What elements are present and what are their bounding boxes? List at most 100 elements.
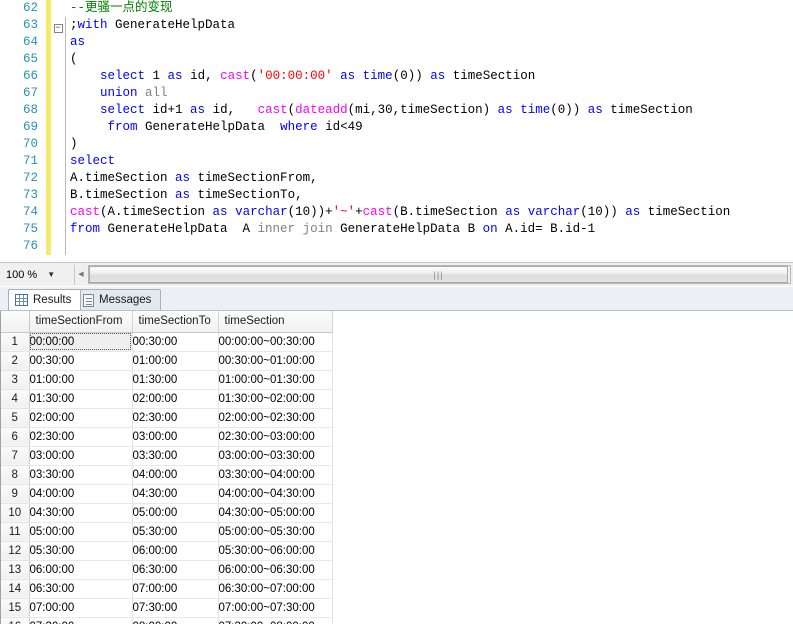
cell-timesectionto[interactable]: 07:00:00 [132,579,219,599]
row-number-cell[interactable]: 14 [1,579,30,599]
cell-timesection[interactable]: 02:30:00~03:00:00 [218,427,333,447]
cell-timesectionto[interactable]: 04:00:00 [132,465,219,485]
cell-timesectionto[interactable]: 05:30:00 [132,522,219,542]
horizontal-scrollbar-track[interactable]: ||| [88,265,791,284]
column-header-timesectionfrom[interactable]: timeSectionFrom [29,311,133,333]
row-number-cell[interactable]: 8 [1,465,30,485]
table-row[interactable]: 7 03:00:00 03:30:00 03:00:00~03:30:00 [1,446,333,466]
cell-timesectionfrom[interactable]: 03:00:00 [29,446,133,466]
row-number-cell[interactable]: 15 [1,598,30,618]
code-line[interactable]: 64 as [0,34,793,51]
cell-timesectionfrom[interactable]: 05:30:00 [29,541,133,561]
sql-editor-pane[interactable]: 62 --更骚一点的变现 63− ;with GenerateHelpData 64 as… [0,0,793,262]
cell-timesection[interactable]: 06:00:00~06:30:00 [218,560,333,580]
cell-timesectionfrom[interactable]: 01:30:00 [29,389,133,409]
fold-collapse-icon[interactable]: − [51,17,65,34]
tab-messages[interactable]: Messages [76,289,162,310]
cell-timesection[interactable]: 01:30:00~02:00:00 [218,389,333,409]
cell-timesectionto[interactable]: 05:00:00 [132,503,219,523]
table-row[interactable]: 13 06:00:00 06:30:00 06:00:00~06:30:00 [1,560,333,580]
cell-timesectionto[interactable]: 02:30:00 [132,408,219,428]
table-row[interactable]: 9 04:00:00 04:30:00 04:00:00~04:30:00 [1,484,333,504]
row-number-cell[interactable]: 1 [1,332,30,352]
code-line[interactable]: 73 B.timeSection as timeSectionTo, [0,187,793,204]
cell-timesectionfrom[interactable]: 04:00:00 [29,484,133,504]
row-number-cell[interactable]: 10 [1,503,30,523]
cell-timesection[interactable]: 03:00:00~03:30:00 [218,446,333,466]
table-row[interactable]: 1 00:00:00 00:30:00 00:00:00~00:30:00 [1,332,333,352]
table-row[interactable]: 15 07:00:00 07:30:00 07:00:00~07:30:00 [1,598,333,618]
row-number-cell[interactable]: 4 [1,389,30,409]
row-number-cell[interactable]: 9 [1,484,30,504]
cell-timesectionto[interactable]: 01:00:00 [132,351,219,371]
scroll-left-arrow-icon[interactable]: ◀ [75,266,87,283]
sql-code-area[interactable]: 62 --更骚一点的变现 63− ;with GenerateHelpData 64 as… [0,0,793,262]
table-row[interactable]: 6 02:30:00 03:00:00 02:30:00~03:00:00 [1,427,333,447]
cell-timesectionto[interactable]: 00:30:00 [132,332,219,352]
grid-corner-header[interactable] [1,311,30,333]
cell-timesection[interactable]: 04:30:00~05:00:00 [218,503,333,523]
cell-timesectionfrom[interactable]: 01:00:00 [29,370,133,390]
cell-timesectionto[interactable]: 01:30:00 [132,370,219,390]
table-row[interactable]: 12 05:30:00 06:00:00 05:30:00~06:00:00 [1,541,333,561]
row-number-cell[interactable]: 16 [1,617,30,624]
cell-timesectionfrom[interactable]: 05:00:00 [29,522,133,542]
results-grid[interactable]: timeSectionFrom timeSectionTo timeSectio… [1,311,333,624]
row-number-cell[interactable]: 7 [1,446,30,466]
code-line[interactable]: 74 cast(A.timeSection as varchar(10))+'~'… [0,204,793,221]
cell-timesectionto[interactable]: 07:30:00 [132,598,219,618]
cell-timesectionfrom[interactable]: 00:00:00 [29,332,133,352]
code-line[interactable]: 68 select id+1 as id, cast(dateadd(mi,30… [0,102,793,119]
table-row[interactable]: 11 05:00:00 05:30:00 05:00:00~05:30:00 [1,522,333,542]
cell-timesectionto[interactable]: 06:00:00 [132,541,219,561]
table-row[interactable]: 14 06:30:00 07:00:00 06:30:00~07:00:00 [1,579,333,599]
cell-timesection[interactable]: 03:30:00~04:00:00 [218,465,333,485]
code-line[interactable]: 76 [0,238,793,255]
cell-timesectionfrom[interactable]: 02:30:00 [29,427,133,447]
code-line[interactable]: 63− ;with GenerateHelpData [0,17,793,34]
code-line[interactable]: 70) [0,136,793,153]
row-number-cell[interactable]: 3 [1,370,30,390]
cell-timesection[interactable]: 00:00:00~00:30:00 [218,332,333,352]
cell-timesectionfrom[interactable]: 03:30:00 [29,465,133,485]
cell-timesectionfrom[interactable]: 00:30:00 [29,351,133,371]
code-line[interactable]: 71 select [0,153,793,170]
table-row[interactable]: 3 01:00:00 01:30:00 01:00:00~01:30:00 [1,370,333,390]
cell-timesectionfrom[interactable]: 07:00:00 [29,598,133,618]
cell-timesectionto[interactable]: 06:30:00 [132,560,219,580]
chevron-down-icon[interactable]: ▼ [47,270,55,279]
row-number-cell[interactable]: 5 [1,408,30,428]
cell-timesectionto[interactable]: 08:00:00 [132,617,219,624]
zoom-level-combobox[interactable]: 100 % ▼ [0,263,74,286]
column-header-timesection[interactable]: timeSection [218,311,333,333]
cell-timesection[interactable]: 02:00:00~02:30:00 [218,408,333,428]
cell-timesectionto[interactable]: 02:00:00 [132,389,219,409]
row-number-cell[interactable]: 2 [1,351,30,371]
table-row[interactable]: 8 03:30:00 04:00:00 03:30:00~04:00:00 [1,465,333,485]
table-row[interactable]: 10 04:30:00 05:00:00 04:30:00~05:00:00 [1,503,333,523]
cell-timesectionfrom[interactable]: 06:30:00 [29,579,133,599]
row-number-cell[interactable]: 11 [1,522,30,542]
cell-timesectionto[interactable]: 03:00:00 [132,427,219,447]
code-line[interactable]: 67 union all [0,85,793,102]
column-header-timesectionto[interactable]: timeSectionTo [132,311,219,333]
code-line[interactable]: 72 A.timeSection as timeSectionFrom, [0,170,793,187]
cell-timesectionto[interactable]: 04:30:00 [132,484,219,504]
code-line[interactable]: 66 select 1 as id, cast('00:00:00' as ti… [0,68,793,85]
cell-timesection[interactable]: 04:00:00~04:30:00 [218,484,333,504]
cell-timesection[interactable]: 01:00:00~01:30:00 [218,370,333,390]
table-row[interactable]: 2 00:30:00 01:00:00 00:30:00~01:00:00 [1,351,333,371]
row-number-cell[interactable]: 13 [1,560,30,580]
code-line[interactable]: 65 ( [0,51,793,68]
code-line[interactable]: 69 from GenerateHelpData where id<49 [0,119,793,136]
code-line[interactable]: 75 from GenerateHelpData A inner join Gen… [0,221,793,238]
cell-timesection[interactable]: 05:00:00~05:30:00 [218,522,333,542]
horizontal-scrollbar-thumb[interactable]: ||| [89,266,788,283]
table-row[interactable]: 4 01:30:00 02:00:00 01:30:00~02:00:00 [1,389,333,409]
cell-timesectionfrom[interactable]: 06:00:00 [29,560,133,580]
results-grid-pane[interactable]: timeSectionFrom timeSectionTo timeSectio… [0,311,793,624]
table-row[interactable]: 1607:30:0008:00:0007:30:00~08:00:00 [1,617,333,624]
cell-timesection[interactable]: 05:30:00~06:00:00 [218,541,333,561]
tab-results[interactable]: Results [8,289,82,310]
cell-timesectionfrom[interactable]: 04:30:00 [29,503,133,523]
